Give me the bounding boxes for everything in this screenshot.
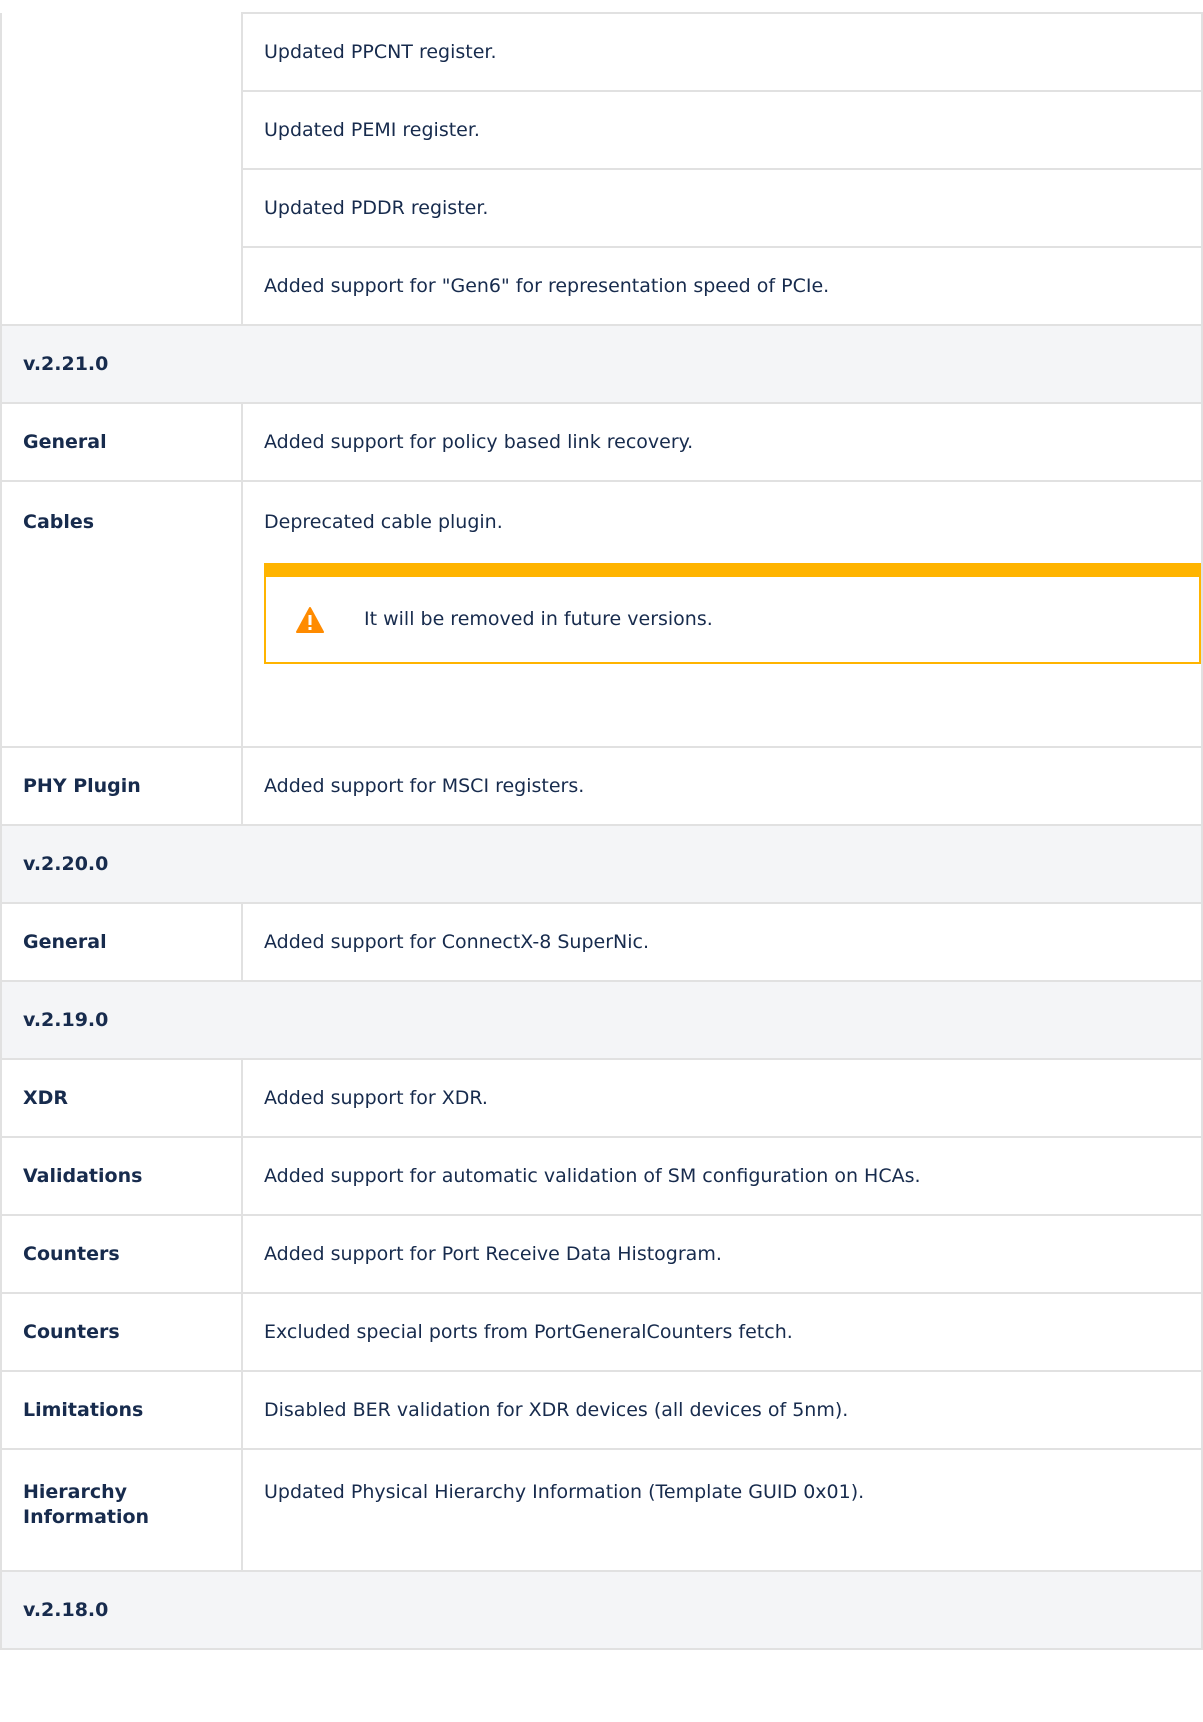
version-row: v.2.18.0	[0, 1570, 1203, 1650]
warning-icon	[296, 606, 324, 633]
description-cell: Added support for "Gen6" for representat…	[241, 246, 1203, 326]
table-row: PHY Plugin Added support for MSCI regist…	[0, 746, 1203, 826]
version-row: v.2.21.0	[0, 324, 1203, 404]
category-label: Hierarchy Information	[0, 1448, 243, 1572]
description-cell: Added support for XDR.	[241, 1058, 1203, 1138]
description-cell: Added support for automatic validation o…	[241, 1136, 1203, 1216]
warning-panel: It will be removed in future versions.	[264, 563, 1201, 664]
description-cell: Disabled BER validation for XDR devices …	[241, 1370, 1203, 1450]
description-cell: Excluded special ports from PortGeneralC…	[241, 1292, 1203, 1372]
version-label: v.2.20.0	[0, 824, 1203, 904]
version-label: v.2.21.0	[0, 324, 1203, 404]
table-row: Updated PPCNT register.	[0, 12, 1203, 326]
table-row: XDR Added support for XDR.	[0, 1058, 1203, 1138]
table-row: General Added support for ConnectX-8 Sup…	[0, 902, 1203, 982]
table-row: Validations Added support for automatic …	[0, 1136, 1203, 1216]
category-label: General	[0, 902, 243, 982]
description-cell: Updated PEMI register.	[241, 90, 1203, 170]
description-cell: Updated PDDR register.	[241, 168, 1203, 248]
description-cell: Added support for ConnectX-8 SuperNic.	[241, 902, 1203, 982]
version-label: v.2.19.0	[0, 980, 1203, 1060]
category-label: XDR	[0, 1058, 243, 1138]
description-cell: Updated PPCNT register.	[241, 12, 1203, 92]
category-label: Counters	[0, 1214, 243, 1294]
description-cell: Deprecated cable plugin. It will be remo…	[241, 480, 1203, 748]
category-label: General	[0, 402, 243, 482]
category-label: Counters	[0, 1292, 243, 1372]
description-cell: Added support for policy based link reco…	[241, 402, 1203, 482]
table-row: Cables Deprecated cable plugin. It will …	[0, 480, 1203, 748]
category-label: PHY Plugin	[0, 746, 243, 826]
category-label: Limitations	[0, 1370, 243, 1450]
description-text: Deprecated cable plugin.	[264, 511, 503, 533]
table-row: Counters Excluded special ports from Por…	[0, 1292, 1203, 1372]
description-cell: Added support for Port Receive Data Hist…	[241, 1214, 1203, 1294]
description-cell: Added support for MSCI registers.	[241, 746, 1203, 826]
description-cell: Updated Physical Hierarchy Information (…	[241, 1448, 1203, 1572]
category-cell-empty	[0, 13, 243, 326]
table-row: General Added support for policy based l…	[0, 402, 1203, 482]
version-row: v.2.19.0	[0, 980, 1203, 1060]
category-label: Cables	[0, 480, 243, 748]
table-row: Counters Added support for Port Receive …	[0, 1214, 1203, 1294]
table-row: Limitations Disabled BER validation for …	[0, 1370, 1203, 1450]
release-notes-table: Updated PPCNT register. Updated PEMI reg…	[0, 12, 1203, 1650]
table-row: Hierarchy Information Updated Physical H…	[0, 1448, 1203, 1572]
version-row: v.2.20.0	[0, 824, 1203, 904]
category-label: Validations	[0, 1136, 243, 1216]
version-label: v.2.18.0	[0, 1570, 1203, 1650]
warning-text: It will be removed in future versions.	[364, 608, 713, 630]
